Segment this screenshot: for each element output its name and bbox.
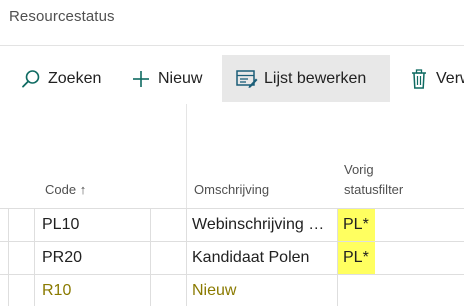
cell-vorig-statusfilter[interactable]: PL*	[337, 209, 464, 241]
edit-list-label: Lijst bewerken	[264, 69, 367, 87]
row-selector[interactable]	[8, 275, 34, 306]
row-selector[interactable]	[8, 209, 34, 241]
delete-label: Verw	[436, 69, 464, 87]
cell-vorig-value: PL*	[338, 209, 375, 241]
cell-omschrijving-text: Nieuw	[192, 282, 237, 299]
column-divider	[186, 104, 187, 208]
new-button[interactable]: Nieuw	[130, 55, 202, 102]
cell-code[interactable]: PL10	[34, 209, 150, 241]
column-header-vorig-statusfilter[interactable]: Vorig statusfilter	[344, 160, 403, 200]
edit-list-button[interactable]: Lijst bewerken	[222, 55, 390, 102]
column-header-vorig-line1: Vorig	[344, 162, 374, 177]
new-label: Nieuw	[158, 69, 203, 87]
row-actions-cell[interactable]	[150, 242, 186, 274]
page-title: Resourcestatus	[9, 8, 115, 25]
cell-omschrijving[interactable]: Kandidaat Polen	[186, 242, 337, 274]
table-row[interactable]: PL10 Webinschrijving Polen PL*	[0, 208, 464, 241]
title-divider	[0, 45, 464, 46]
plus-icon	[130, 68, 152, 90]
cell-omschrijving[interactable]: Webinschrijving Polen	[186, 209, 337, 241]
cell-vorig-statusfilter[interactable]: PL*	[337, 242, 464, 274]
trash-icon	[408, 68, 430, 90]
table-row[interactable]: PR20 Kandidaat Polen PL*	[0, 241, 464, 274]
search-button[interactable]: Zoeken	[20, 55, 101, 102]
cell-vorig-statusfilter[interactable]	[337, 275, 464, 306]
table-row-new[interactable]: R10 Nieuw	[0, 274, 464, 306]
action-bar: Zoeken Nieuw Lijst bewerken Verw	[0, 55, 464, 102]
search-label: Zoeken	[48, 69, 102, 87]
column-header-vorig-line2: statusfilter	[344, 182, 404, 197]
cell-vorig-value: PL*	[338, 242, 375, 274]
row-selector[interactable]	[8, 242, 34, 274]
column-header-code[interactable]: Code ↑	[45, 180, 86, 200]
cell-omschrijving[interactable]: Nieuw	[186, 275, 337, 306]
cell-code[interactable]: R10	[34, 275, 150, 306]
cell-omschrijving-text: Kandidaat Polen	[192, 249, 310, 266]
row-actions-cell[interactable]	[150, 209, 186, 241]
column-header-omschrijving[interactable]: Omschrijving	[194, 180, 269, 200]
delete-button[interactable]: Verw	[408, 55, 464, 102]
cell-omschrijving-text: Webinschrijving Polen	[192, 216, 332, 233]
edit-list-icon	[236, 68, 258, 90]
cell-code[interactable]: PR20	[34, 242, 150, 274]
search-icon	[20, 68, 42, 90]
row-actions-cell[interactable]	[150, 275, 186, 306]
